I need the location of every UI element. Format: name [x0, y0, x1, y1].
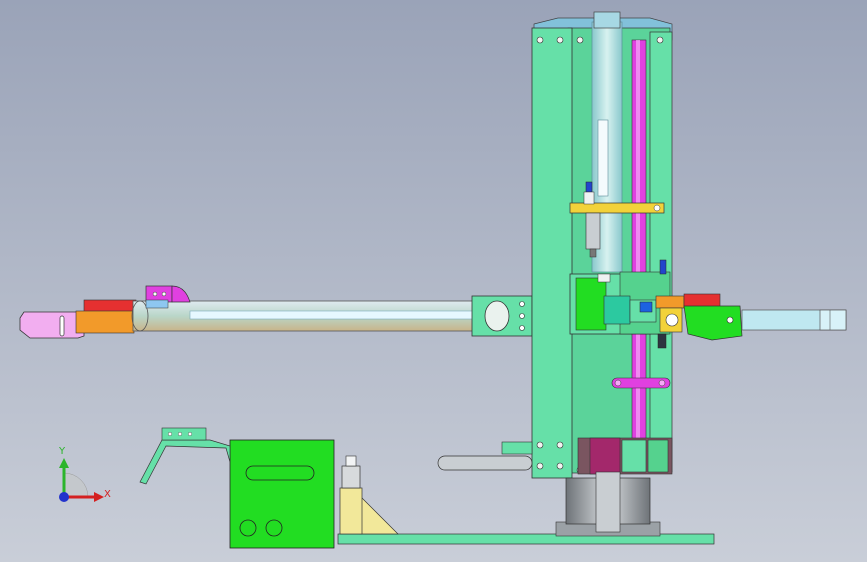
lower-magenta-clamp	[611, 377, 671, 389]
damper-body	[339, 487, 363, 535]
lower-horizontal-rod	[437, 455, 533, 471]
rotary-base-shaft	[595, 471, 621, 533]
cad-viewport[interactable]: Y X	[0, 0, 867, 562]
gripper-green-jaw	[683, 305, 743, 341]
arm-cylinder-rod	[189, 310, 491, 320]
control-box-body	[229, 439, 335, 549]
viewport-background	[0, 0, 867, 562]
gripper-pivot	[665, 313, 679, 327]
damper-tip	[345, 455, 357, 467]
triad-z-axis	[59, 492, 69, 502]
side-green-tab	[501, 441, 533, 455]
arm-end-plate	[19, 311, 85, 339]
tube-end-bracket	[471, 295, 533, 337]
arm-red-cap	[83, 299, 137, 313]
gripper-orange-joint	[655, 295, 685, 309]
triad-x-label: X	[104, 489, 111, 500]
vertical-piston	[597, 119, 609, 197]
yellow-crossbar	[569, 202, 665, 214]
end-plate-slot	[59, 315, 65, 337]
column-front-plate	[531, 27, 573, 479]
damper-nut	[341, 465, 361, 489]
lower-mount-block	[577, 437, 673, 475]
triad-y-label: Y	[58, 446, 66, 457]
gripper-rod-tip	[819, 309, 847, 331]
gripper-rod-bolt	[726, 316, 734, 324]
arm-orange-block	[75, 310, 135, 334]
column-right-rail	[649, 31, 673, 473]
top-collar	[593, 11, 621, 29]
magenta-guide-rod-shine	[636, 40, 640, 470]
